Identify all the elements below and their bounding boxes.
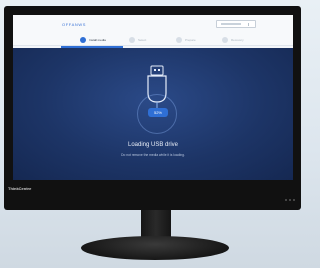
- top-action-button[interactable]: [216, 20, 256, 28]
- loading-panel: 52% Loading USB drive Do not remove the …: [13, 48, 293, 180]
- monitor: OFFANWS Install media Select Prepare Rec…: [4, 6, 301, 210]
- step-prepare[interactable]: Prepare: [176, 35, 196, 45]
- step-label: Install media: [89, 38, 106, 42]
- step-select[interactable]: Select: [129, 35, 146, 45]
- step-label: Select: [138, 38, 147, 42]
- monitor-chin: ThinkCentre: [4, 180, 301, 210]
- step-dot: [222, 37, 228, 43]
- step-dot: [176, 37, 182, 43]
- progress-percent-badge: 52%: [148, 108, 168, 117]
- step-indicator: Install media Select Prepare Recovery: [13, 35, 293, 45]
- loading-title: Loading USB drive: [127, 142, 179, 148]
- top-bar: OFFANWS Install media Select Prepare Rec…: [13, 15, 293, 46]
- step-dot: [80, 37, 86, 43]
- monitor-stand-base: [81, 236, 229, 260]
- loading-subtitle: Do not remove the media while it is load…: [121, 153, 185, 157]
- step-label: Recovery: [231, 38, 244, 42]
- step-install-media[interactable]: Install media: [80, 35, 106, 45]
- screen: OFFANWS Install media Select Prepare Rec…: [13, 15, 293, 180]
- status-leds: [285, 188, 297, 201]
- thinkcentre-logo: ThinkCentre: [8, 186, 32, 191]
- brand-title: OFFANWS: [62, 22, 86, 27]
- step-dot: [129, 37, 135, 43]
- step-label: Prepare: [185, 38, 196, 42]
- step-recovery[interactable]: Recovery: [222, 35, 244, 45]
